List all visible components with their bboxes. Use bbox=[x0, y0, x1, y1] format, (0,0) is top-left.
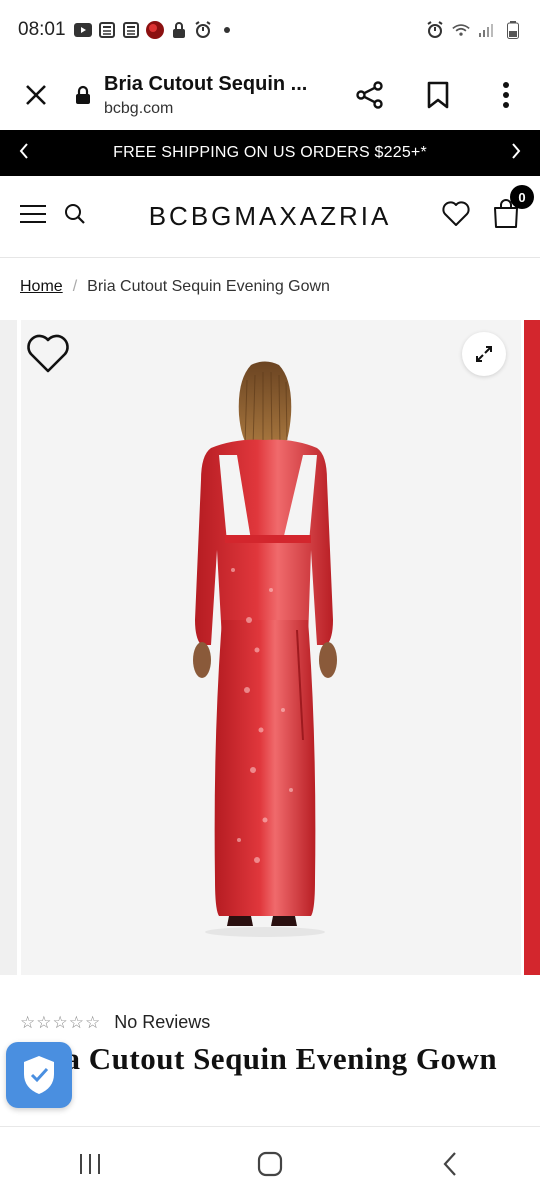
youtube-icon bbox=[73, 21, 92, 39]
menu-button[interactable] bbox=[20, 204, 46, 229]
promo-next-button[interactable] bbox=[510, 142, 522, 165]
notification-icons bbox=[73, 21, 236, 39]
bookmark-icon bbox=[427, 81, 449, 109]
breadcrumb: Home / Bria Cutout Sequin Evening Gown bbox=[20, 278, 330, 296]
header-right: 0 bbox=[410, 185, 540, 234]
system-nav-bar bbox=[0, 1126, 540, 1200]
news-icon bbox=[122, 21, 140, 39]
system-icons bbox=[426, 21, 522, 39]
home-button[interactable] bbox=[230, 1134, 310, 1194]
heart-icon bbox=[442, 201, 470, 226]
product-image[interactable] bbox=[21, 320, 521, 975]
search-button[interactable] bbox=[64, 203, 86, 230]
lock-icon bbox=[72, 85, 94, 105]
alarm-icon bbox=[426, 21, 444, 39]
alarm-icon bbox=[194, 21, 212, 39]
product-reviews[interactable]: ☆ ☆ ☆ ☆ ☆ No Reviews bbox=[20, 1012, 210, 1033]
star-empty-icon: ☆ bbox=[20, 1012, 36, 1032]
recents-icon bbox=[80, 1153, 100, 1174]
heart-icon bbox=[27, 334, 69, 373]
star-empty-icon: ☆ bbox=[68, 1012, 84, 1032]
promo-banner: FREE SHIPPING ON US ORDERS $225+* bbox=[0, 130, 540, 176]
star-rating: ☆ ☆ ☆ ☆ ☆ bbox=[20, 1013, 100, 1033]
chevron-left-icon bbox=[19, 142, 28, 159]
gallery-prev-slide[interactable] bbox=[0, 320, 17, 975]
star-empty-icon: ☆ bbox=[36, 1012, 52, 1032]
gallery-next-slide[interactable] bbox=[524, 320, 540, 975]
promo-prev-button[interactable] bbox=[18, 142, 30, 165]
home-icon bbox=[257, 1151, 283, 1176]
back-button[interactable] bbox=[410, 1134, 490, 1194]
news-icon bbox=[98, 21, 116, 39]
page-info: Bria Cutout Sequin ... bcbg.com bbox=[104, 73, 307, 118]
wishlist-button[interactable] bbox=[442, 201, 470, 232]
cart-count-badge: 0 bbox=[510, 185, 534, 209]
app-icon bbox=[145, 21, 164, 39]
promo-text: FREE SHIPPING ON US ORDERS $225+* bbox=[113, 144, 427, 161]
bookmark-button[interactable] bbox=[404, 60, 472, 130]
share-icon bbox=[356, 81, 383, 109]
more-options-button[interactable] bbox=[472, 60, 540, 130]
product-gallery[interactable] bbox=[0, 320, 540, 975]
search-icon bbox=[65, 204, 85, 224]
close-tab-button[interactable] bbox=[0, 60, 72, 130]
expand-icon bbox=[476, 346, 492, 362]
more-icon bbox=[503, 82, 509, 108]
share-button[interactable] bbox=[336, 60, 404, 130]
cart-button[interactable]: 0 bbox=[492, 185, 534, 234]
chevron-right-icon bbox=[512, 142, 521, 159]
dot-icon bbox=[218, 21, 236, 39]
shield-check-icon bbox=[24, 1056, 54, 1094]
page-domain: bcbg.com bbox=[104, 99, 174, 117]
signal-icon bbox=[478, 21, 496, 39]
status-time: 08:01 bbox=[18, 19, 66, 40]
breadcrumb-separator: / bbox=[72, 278, 78, 295]
star-empty-icon: ☆ bbox=[85, 1012, 101, 1032]
battery-icon bbox=[504, 21, 522, 39]
product-wishlist-button[interactable] bbox=[26, 334, 70, 379]
url-bar[interactable]: Bria Cutout Sequin ... bcbg.com bbox=[72, 73, 336, 118]
wifi-icon bbox=[452, 21, 470, 39]
close-icon bbox=[26, 85, 46, 105]
status-bar: 08:01 bbox=[0, 0, 540, 60]
privacy-shield-button[interactable] bbox=[6, 1042, 72, 1108]
browser-toolbar: Bria Cutout Sequin ... bcbg.com bbox=[0, 60, 540, 130]
product-title: Bria Cutout Sequin Evening Gown bbox=[20, 1041, 498, 1076]
breadcrumb-current: Bria Cutout Sequin Evening Gown bbox=[87, 278, 330, 295]
brand-logo[interactable]: BCBGMAXAZRIA bbox=[130, 201, 410, 232]
recent-apps-button[interactable] bbox=[50, 1134, 130, 1194]
breadcrumb-home-link[interactable]: Home bbox=[20, 278, 63, 296]
lock-icon bbox=[170, 21, 188, 39]
header-left bbox=[0, 203, 130, 230]
reviews-label: No Reviews bbox=[114, 1012, 211, 1032]
page-title: Bria Cutout Sequin ... bbox=[104, 72, 308, 95]
star-empty-icon: ☆ bbox=[52, 1012, 68, 1032]
back-icon bbox=[443, 1151, 456, 1176]
image-zoom-button[interactable] bbox=[462, 332, 506, 376]
site-header: BCBGMAXAZRIA 0 bbox=[0, 176, 540, 258]
gown-illustration bbox=[193, 361, 337, 937]
hamburger-menu-icon bbox=[20, 205, 46, 223]
